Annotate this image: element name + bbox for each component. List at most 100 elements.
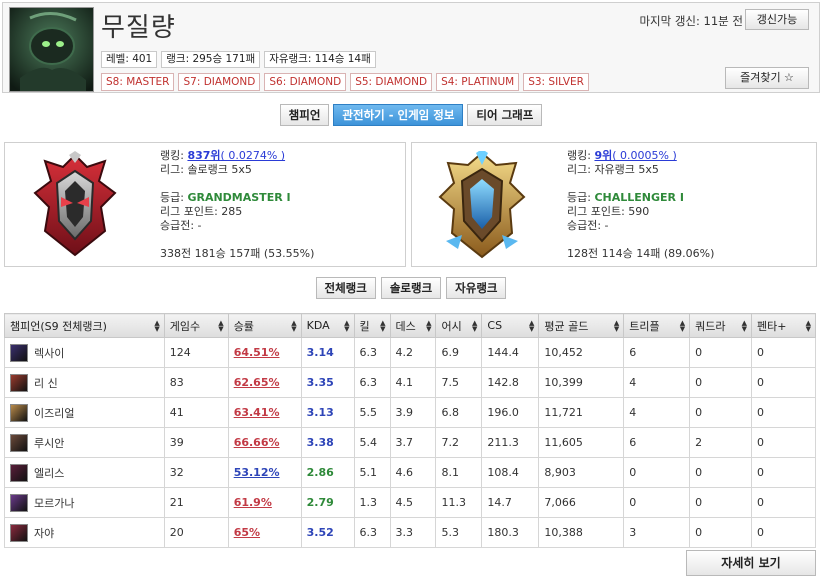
cell-triple: 0 (623, 457, 691, 488)
table-row[interactable]: 렉사이 124 64.51% 3.14 6.3 4.2 6.9 144.4 10,452 6 0 0 (4, 337, 816, 368)
cell-kda-value: 3.13 (306, 406, 334, 419)
cell-triple-value: 6 (629, 436, 637, 449)
cell-champion[interactable]: 엘리스 (4, 457, 165, 488)
cell-champion[interactable]: 리 신 (4, 367, 165, 398)
cell-winrate-value: 63.41% (233, 406, 280, 419)
cell-quadra: 0 (689, 457, 753, 488)
summoner-name: 무질량 (101, 13, 176, 43)
header-label: KDA (306, 319, 330, 332)
cell-cs: 211.3 (481, 427, 540, 458)
champion-name: 모르가나 (34, 496, 75, 510)
cell-kda-value: 2.86 (306, 466, 334, 479)
cell-penta-value: 0 (757, 346, 765, 359)
challenger-emblem-icon (432, 149, 532, 259)
header-label: 데스 (395, 319, 416, 333)
cell-winrate: 63.41% (227, 397, 302, 428)
cell-triple: 6 (623, 427, 691, 458)
champion-name: 이즈리얼 (34, 406, 75, 420)
champion-portrait-icon (10, 493, 28, 512)
cell-games: 32 (163, 457, 229, 488)
cell-penta: 0 (751, 397, 816, 428)
solo-ranking-link[interactable]: 837위 (187, 149, 220, 162)
queue-solo-button[interactable]: 솔로랭크 (380, 277, 442, 299)
header-col-cs[interactable]: CS ▲ ▼ (481, 313, 540, 338)
cell-winrate-value: 61.9% (233, 496, 272, 509)
cell-kda: 3.14 (300, 337, 355, 368)
season-badge: S7: DIAMOND (178, 73, 261, 91)
cell-kda: 3.52 (300, 517, 355, 548)
cell-games: 124 (163, 337, 229, 368)
header-label: 펜타+ (757, 319, 787, 333)
table-row[interactable]: 엘리스 32 53.12% 2.86 5.1 4.6 8.1 108.4 8,903 0 0 0 (4, 457, 816, 488)
header-col-games[interactable]: 게임수 ▲ ▼ (163, 313, 229, 338)
cell-winrate: 61.9% (227, 487, 302, 518)
sort-icon: ▲ ▼ (528, 319, 535, 333)
cell-kills: 6.3 (353, 337, 391, 368)
season-badge: S4: PLATINUM (436, 73, 520, 91)
flex-promo: 승급전: - (567, 219, 609, 232)
cell-gold: 7,066 (538, 487, 625, 518)
cell-champion[interactable]: 루시안 (4, 427, 165, 458)
table-row[interactable]: 리 신 83 62.65% 3.35 6.3 4.1 7.5 142.8 10,399 4 0 0 (4, 367, 816, 398)
solo-ranking-pct[interactable]: ( 0.0274% ) (221, 149, 286, 162)
flex-ranking-link[interactable]: 9위 (594, 149, 612, 162)
cell-champion[interactable]: 자야 (4, 517, 165, 548)
sort-icon: ▲ ▼ (741, 319, 748, 333)
cell-champion[interactable]: 모르가나 (4, 487, 165, 518)
header-col-gold[interactable]: 평균 골드 ▲ ▼ (538, 313, 625, 338)
cell-winrate: 65% (227, 517, 302, 548)
sort-icon: ▲ ▼ (426, 319, 432, 333)
table-row[interactable]: 이즈리얼 41 63.41% 3.13 5.5 3.9 6.8 196.0 11,721 4 0 0 (4, 397, 816, 428)
queue-all-button[interactable]: 전체랭크 (315, 277, 376, 299)
tab-tier-graph[interactable]: 티어 그래프 (467, 104, 543, 126)
tier-label: 등급: (160, 191, 188, 204)
cell-champion[interactable]: 렉사이 (4, 337, 165, 368)
favorite-button[interactable]: 즐겨찾기 ☆ (725, 67, 809, 89)
cell-winrate: 53.12% (227, 457, 302, 488)
header-col-deaths[interactable]: 데스 ▲ ▼ (389, 313, 437, 338)
header-label: 평균 골드 (544, 319, 589, 333)
cell-gold-value: 11,605 (544, 436, 583, 449)
cell-gold: 10,399 (538, 367, 625, 398)
cell-gold-value: 10,388 (544, 526, 583, 539)
header-label: CS (487, 319, 503, 332)
tab-spectate[interactable]: 관전하기 - 인게임 정보 (333, 104, 464, 126)
champion-stats-table: 챔피언(S9 전체랭크) ▲ ▼ 게임수 ▲ ▼ 승률 ▲ ▼ KDA ▲ ▼ 킬 ▲ ▼ 데스 ▲ ▼ 어시 ▲ ▼ C… (4, 313, 816, 548)
header-col-assists[interactable]: 어시 ▲ ▼ (435, 313, 483, 338)
header-col-triple[interactable]: 트리플 ▲ ▼ (623, 313, 691, 338)
cell-cs-value: 108.4 (487, 466, 519, 479)
cell-assists: 6.9 (435, 337, 483, 368)
flex-ranking-pct[interactable]: ( 0.0005% ) (612, 149, 677, 162)
cell-kills-value: 6.3 (359, 376, 378, 389)
update-button[interactable]: 갱신가능 (745, 9, 809, 30)
cell-winrate: 62.65% (227, 367, 302, 398)
header-col-champion[interactable]: 챔피언(S9 전체랭크) ▲ ▼ (4, 313, 165, 338)
cell-deaths-value: 4.6 (395, 466, 414, 479)
queue-flex-button[interactable]: 자유랭크 (446, 277, 507, 299)
rank-record-badge: 랭크: 295승 171패 (161, 51, 261, 68)
header-col-penta[interactable]: 펜타+ ▲ ▼ (751, 313, 816, 338)
cell-cs-value: 211.3 (487, 436, 519, 449)
cell-triple-value: 3 (629, 526, 637, 539)
header-col-kills[interactable]: 킬 ▲ ▼ (353, 313, 391, 338)
cell-cs: 142.8 (481, 367, 540, 398)
header-col-kda[interactable]: KDA ▲ ▼ (300, 313, 355, 338)
cell-winrate: 66.66% (227, 427, 302, 458)
cell-assists-value: 7.5 (441, 376, 459, 389)
cell-cs-value: 144.4 (487, 346, 519, 359)
header-col-winrate[interactable]: 승률 ▲ ▼ (227, 313, 302, 338)
tab-champions[interactable]: 챔피언 (279, 104, 330, 126)
profile-header: 무질량 레벨: 401 랭크: 295승 171패 자유랭크: 114승 14패… (2, 2, 820, 93)
table-row[interactable]: 자야 20 65% 3.52 6.3 3.3 5.3 180.3 10,388 3 0 0 (4, 517, 816, 548)
level-badge: 레벨: 401 (101, 51, 158, 68)
cell-assists: 7.5 (435, 367, 483, 398)
cell-games-value: 32 (169, 466, 184, 479)
header-col-quadra[interactable]: 쿼드라 ▲ ▼ (689, 313, 753, 338)
cell-champion[interactable]: 이즈리얼 (4, 397, 165, 428)
season-badge: S6: DIAMOND (264, 73, 347, 91)
cell-kda-value: 2.79 (306, 496, 334, 509)
table-row[interactable]: 루시안 39 66.66% 3.38 5.4 3.7 7.2 211.3 11,605 6 2 0 (4, 427, 816, 458)
table-row[interactable]: 모르가나 21 61.9% 2.79 1.3 4.5 11.3 14.7 7,066 0 0 0 (4, 487, 816, 518)
sort-icon: ▲ ▼ (218, 319, 224, 333)
more-details-button[interactable]: 자세히 보기 (686, 550, 816, 576)
